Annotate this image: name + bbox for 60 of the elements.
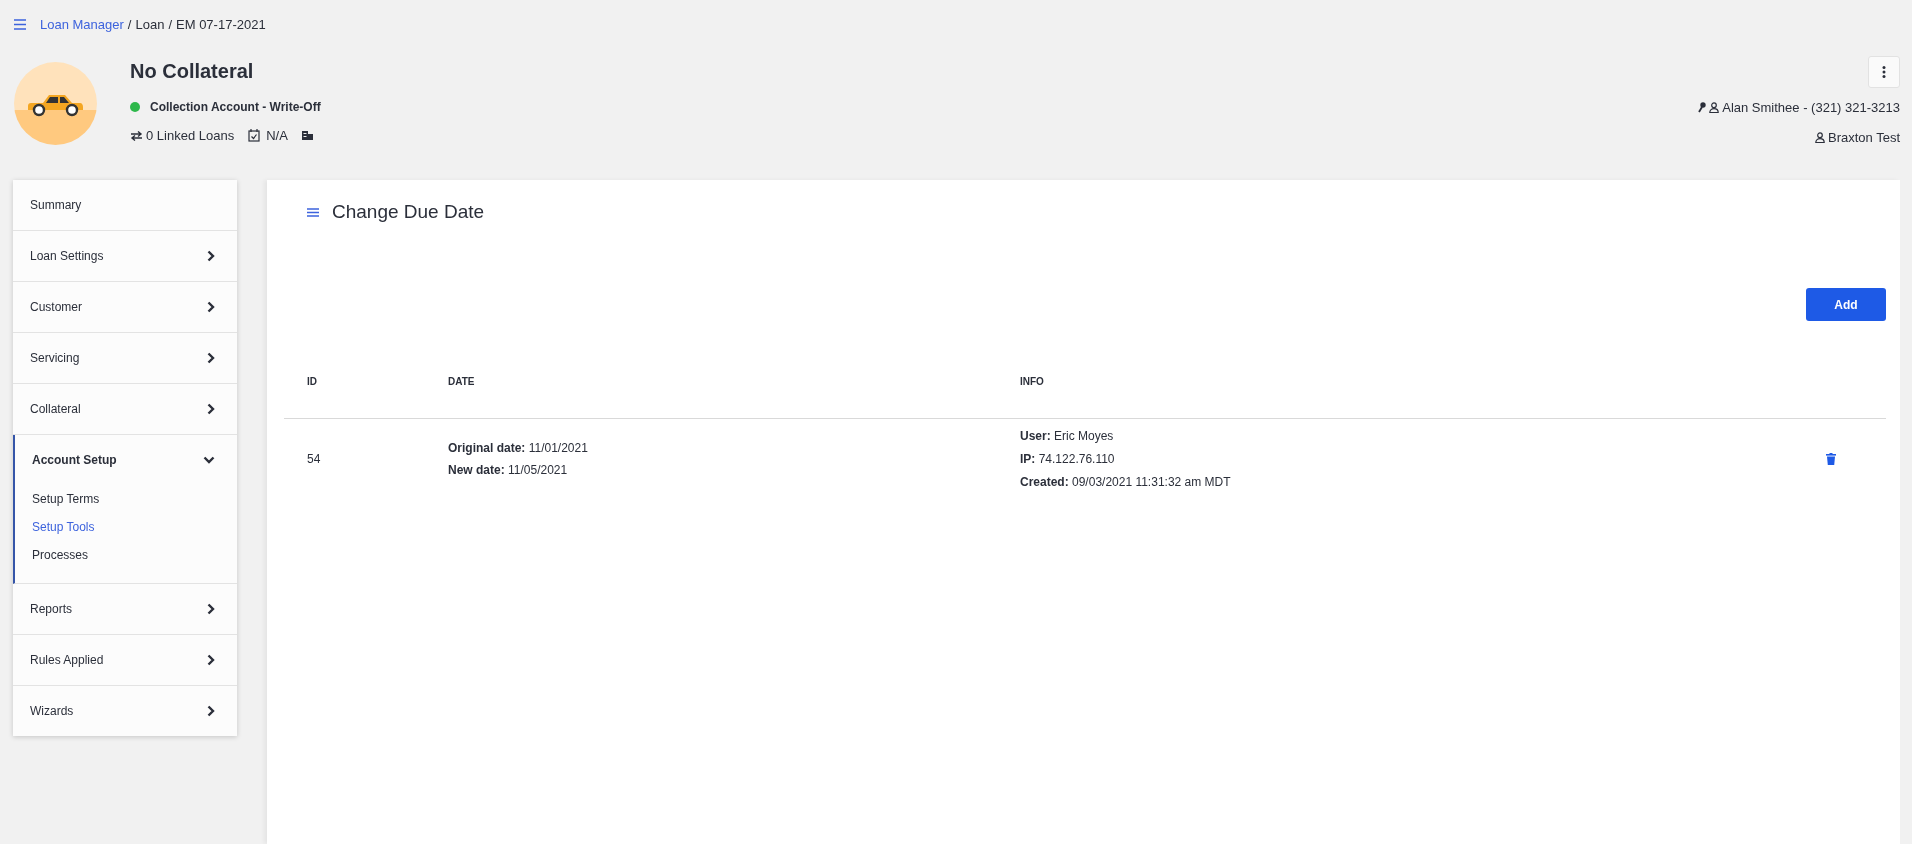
chevron-right-icon — [207, 603, 215, 615]
sidebar-group[interactable]: Loan Settings — [13, 231, 237, 281]
sidebar-item[interactable]: Summary — [13, 180, 237, 230]
sidebar-group[interactable]: Customer — [13, 282, 237, 332]
breadcrumb-separator: / — [127, 17, 132, 32]
date-detail: New date: 11/05/2021 — [448, 463, 569, 477]
sidebar-group[interactable]: Rules Applied — [13, 635, 237, 685]
info-detail: Created: 09/03/2021 11:31:32 am MDT — [1020, 475, 1232, 489]
chevron-right-icon — [207, 301, 215, 313]
loan-title: No Collateral — [130, 59, 255, 84]
key-icon — [1698, 102, 1707, 113]
sidebar-group[interactable]: Reports — [13, 584, 237, 634]
breadcrumb-item: EM 07-17-2021 — [176, 17, 266, 32]
loan-status: Collection Account - Write-Off — [150, 100, 321, 114]
primary-contact: Alan Smithee - (321) 321-3213 — [1722, 100, 1900, 115]
linked-loans: 0 Linked Loans — [146, 128, 235, 143]
sidebar-label: Customer — [30, 300, 82, 314]
breadcrumb-link[interactable]: Loan Manager — [40, 17, 124, 32]
trash-icon[interactable] — [1826, 453, 1836, 465]
sidebar-group[interactable]: Wizards — [13, 686, 237, 736]
sidebar-label: Collateral — [30, 402, 81, 416]
chevron-right-icon — [207, 250, 215, 262]
calendar-check-icon — [248, 129, 261, 142]
column-header: ID — [307, 376, 318, 389]
breadcrumb-separator: / — [168, 17, 172, 32]
loan-date: N/A — [266, 128, 288, 143]
building-icon — [301, 131, 313, 140]
table-cell-text: 54 — [307, 452, 322, 466]
sidebar-group[interactable]: Account Setup — [15, 435, 237, 485]
person-icon — [1709, 102, 1720, 113]
more-vertical-icon — [1882, 66, 1886, 78]
sidebar-label: Account Setup — [32, 453, 117, 467]
menu-icon[interactable] — [14, 19, 26, 30]
menu-icon[interactable] — [307, 207, 319, 217]
chevron-right-icon — [207, 352, 215, 364]
breadcrumb-item: Loan — [135, 17, 165, 32]
sidebar-subitem[interactable]: Setup Terms — [32, 485, 237, 513]
sidebar-label: Wizards — [30, 704, 74, 718]
info-detail: User: Eric Moyes — [1020, 429, 1115, 443]
person-icon — [1814, 132, 1825, 143]
column-header: DATE — [448, 376, 476, 389]
swap-arrows-icon — [130, 130, 143, 141]
secondary-contact: Braxton Test — [1827, 130, 1900, 145]
sidebar-subitem[interactable]: Setup Tools — [32, 513, 237, 541]
sidebar-group[interactable]: Collateral — [13, 384, 237, 434]
column-header: INFO — [1020, 376, 1045, 389]
sidebar-subitem[interactable]: Processes — [32, 541, 237, 569]
panel-title: Change Due Date — [332, 201, 485, 223]
chevron-down-icon — [203, 456, 215, 464]
sidebar-group[interactable]: Servicing — [13, 333, 237, 383]
sidebar-label: Loan Settings — [30, 249, 104, 263]
chevron-right-icon — [207, 654, 215, 666]
sidebar-label: Servicing — [30, 351, 80, 365]
info-detail: IP: 74.122.76.110 — [1020, 452, 1116, 466]
sidebar-label: Rules Applied — [30, 653, 104, 667]
add-button[interactable]: Add — [1806, 288, 1886, 321]
sidebar-label: Reports — [30, 602, 73, 616]
chevron-right-icon — [207, 705, 215, 717]
date-detail: Original date: 11/01/2021 — [448, 441, 589, 455]
chevron-right-icon — [207, 403, 215, 415]
